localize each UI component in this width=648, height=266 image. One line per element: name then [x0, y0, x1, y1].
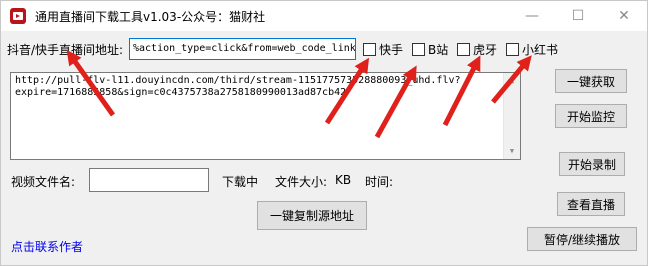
app-icon: [9, 7, 27, 25]
title-bar: 通用直播间下载工具v1.03-公众号：猫财社 — ☐ ✕: [1, 1, 647, 31]
stream-url-textarea[interactable]: http://pull-flv-l11.douyincdn.com/third/…: [10, 72, 521, 160]
copy-source-button[interactable]: 一键复制源地址: [257, 201, 367, 230]
app-window: 通用直播间下载工具v1.03-公众号：猫财社 — ☐ ✕ 抖音/快手直播间地址:…: [0, 0, 648, 266]
contact-author-link[interactable]: 点击联系作者: [11, 238, 83, 255]
kuaishou-checkbox[interactable]: 快手: [363, 41, 403, 58]
huya-label: 虎牙: [473, 43, 498, 57]
stream-url-line-2: expire=1716885858&sign=c0c4375738a275818…: [15, 87, 347, 98]
xiaohongshu-label: 小红书: [522, 43, 559, 57]
video-filename-input[interactable]: [89, 168, 209, 192]
video-filename-label: 视频文件名:: [11, 175, 76, 189]
record-button[interactable]: 开始录制: [559, 152, 625, 176]
minimize-icon[interactable]: —: [509, 1, 555, 31]
window-title: 通用直播间下载工具v1.03-公众号：猫财社: [35, 10, 266, 24]
pause-resume-button[interactable]: 暂停/继续播放: [527, 227, 637, 251]
download-status-label: 下载中: [222, 175, 259, 189]
stream-url-line-1: http://pull-flv-l11.douyincdn.com/third/…: [15, 75, 461, 86]
checkbox-box-icon[interactable]: [363, 43, 376, 56]
time-label: 时间:: [365, 175, 394, 189]
xiaohongshu-checkbox[interactable]: 小红书: [506, 41, 558, 58]
bilibili-checkbox[interactable]: B站: [412, 41, 448, 58]
file-size-label: 文件大小:: [275, 175, 328, 189]
view-live-button[interactable]: 查看直播: [557, 192, 625, 216]
fetch-button[interactable]: 一键获取: [555, 69, 627, 93]
scroll-down-icon[interactable]: ▼: [504, 143, 520, 159]
bilibili-label: B站: [428, 43, 449, 57]
kuaishou-label: 快手: [379, 43, 404, 57]
file-size-unit: KB: [335, 173, 352, 187]
room-address-label: 抖音/快手直播间地址:: [7, 43, 124, 57]
checkbox-box-icon[interactable]: [457, 43, 470, 56]
huya-checkbox[interactable]: 虎牙: [457, 41, 497, 58]
close-icon[interactable]: ✕: [601, 1, 647, 31]
monitor-button[interactable]: 开始监控: [555, 104, 627, 128]
scroll-up-icon[interactable]: ▲: [504, 73, 520, 89]
room-address-input[interactable]: %action_type=click&from=web_code_link: [129, 38, 356, 60]
checkbox-box-icon[interactable]: [506, 43, 519, 56]
checkbox-box-icon[interactable]: [412, 43, 425, 56]
vertical-scrollbar[interactable]: ▲ ▼: [503, 73, 520, 159]
maximize-icon[interactable]: ☐: [555, 1, 601, 31]
